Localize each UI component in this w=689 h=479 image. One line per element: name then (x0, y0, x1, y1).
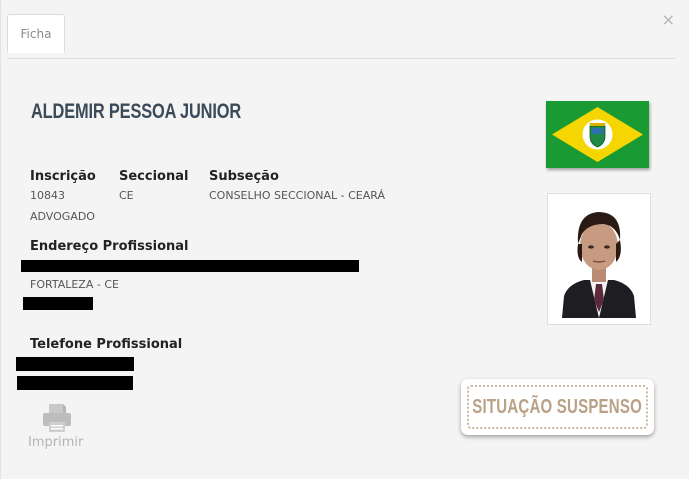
subsecao-label: Subseção (209, 169, 279, 184)
member-photo (547, 193, 651, 325)
state-flag (546, 101, 649, 168)
inscricao-label: Inscrição (30, 169, 96, 184)
redacted-zip (23, 297, 93, 310)
print-label: Imprimir (28, 435, 84, 450)
tab-ficha[interactable]: Ficha (7, 14, 65, 53)
ceara-flag-icon (546, 101, 649, 168)
close-icon[interactable]: × (662, 12, 675, 28)
status-badge: SITUAÇÃO SUSPENSO (461, 379, 654, 435)
portrait-image (554, 200, 644, 318)
category-value: ADVOGADO (30, 210, 95, 223)
tab-bar: Ficha (7, 14, 675, 59)
city-value: FORTALEZA - CE (30, 278, 119, 291)
profile-modal: Ficha × ALDEMIR PESSOA JUNIOR Inscrição … (0, 0, 689, 479)
subsecao-value: CONSELHO SECCIONAL - CEARÁ (209, 189, 385, 202)
inscricao-value: 10843 (30, 189, 65, 202)
redacted-phone-1 (16, 357, 134, 371)
endereco-label: Endereço Profissional (30, 239, 189, 254)
print-button[interactable]: Imprimir (28, 403, 86, 451)
seccional-label: Seccional (119, 169, 189, 184)
redacted-phone-2 (17, 376, 133, 390)
status-label: SITUAÇÃO SUSPENSO (472, 395, 643, 418)
redacted-address (21, 260, 359, 272)
printer-icon (41, 403, 73, 437)
seccional-value: CE (119, 189, 134, 202)
telefone-label: Telefone Profissional (30, 337, 183, 352)
status-badge-border: SITUAÇÃO SUSPENSO (467, 385, 648, 429)
member-name: ALDEMIR PESSOA JUNIOR (31, 100, 242, 123)
